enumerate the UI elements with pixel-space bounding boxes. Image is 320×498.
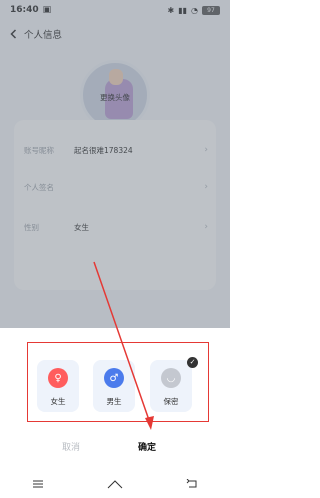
back-icon[interactable] [182, 474, 202, 494]
check-icon: ✓ [187, 357, 198, 368]
female-icon: ♀ [48, 368, 68, 388]
modal-overlay[interactable] [0, 0, 230, 328]
option-male-label: 男生 [106, 397, 122, 406]
home-icon[interactable] [105, 474, 125, 494]
menu-icon[interactable] [28, 474, 48, 494]
option-female-label: 女生 [50, 397, 66, 406]
male-icon: ♂ [104, 368, 124, 388]
system-nav-bar [0, 470, 230, 498]
secret-icon: ◡ [161, 368, 181, 388]
option-female[interactable]: ♀ 女生 [37, 360, 79, 412]
option-male[interactable]: ♂ 男生 [93, 360, 135, 412]
confirm-button[interactable]: 确定 [138, 437, 156, 455]
cancel-button[interactable]: 取消 [62, 437, 80, 455]
option-secret-label: 保密 [163, 397, 179, 406]
option-secret[interactable]: ◡ 保密 [150, 360, 192, 412]
